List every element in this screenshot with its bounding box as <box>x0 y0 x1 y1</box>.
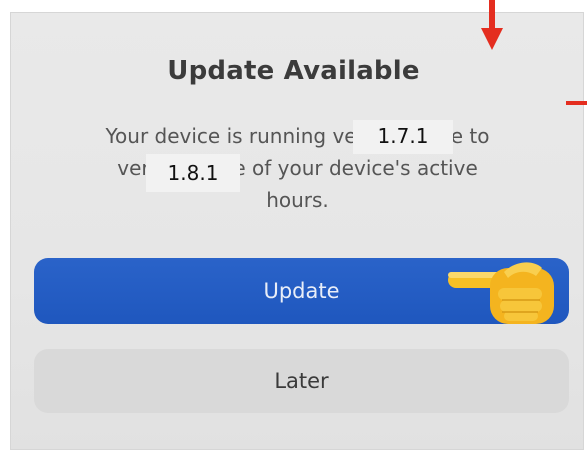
pointing-hand-icon <box>448 262 554 324</box>
current-version-badge: 1.7.1 <box>353 120 453 154</box>
dialog-message: Your device is running versio Jpdate to … <box>40 120 555 216</box>
later-button[interactable]: Later <box>34 349 569 413</box>
message-line-2: version tside of your device's active <box>117 156 478 180</box>
message-line-1: Your device is running versio Jpdate to <box>105 124 490 148</box>
message-line-3: hours. <box>266 188 329 212</box>
dialog-title: Update Available <box>167 56 420 86</box>
new-version-badge: 1.8.1 <box>146 154 240 192</box>
red-arrow-down-icon <box>481 0 503 50</box>
red-marker-icon <box>566 101 587 105</box>
